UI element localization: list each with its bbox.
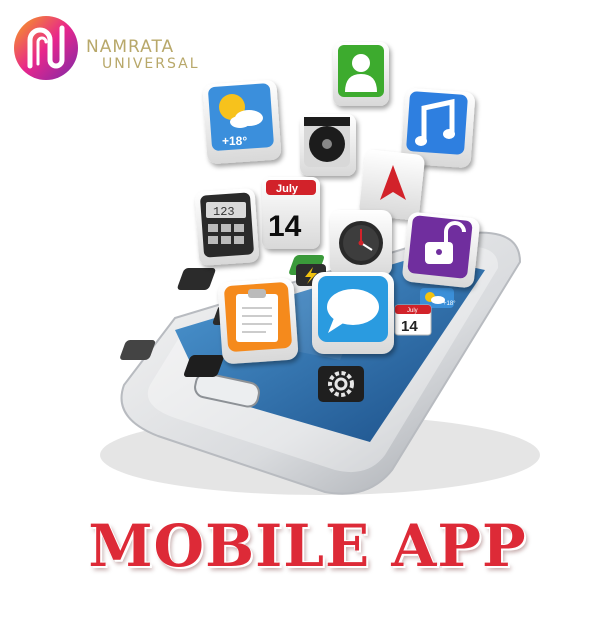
calculator-app-icon: 123 xyxy=(195,188,259,266)
weather-app-icon: +18° xyxy=(202,80,282,164)
calendar-day: 14 xyxy=(268,210,302,243)
media-player-icon xyxy=(300,114,356,176)
mobile-app-illustration: +18° July 14 +18° July 14 123 xyxy=(100,42,540,495)
weather-temperature: +18° xyxy=(222,134,247,148)
svg-text:14: 14 xyxy=(401,318,418,335)
calendar-month: July xyxy=(276,183,299,195)
calendar-app-icon: July 14 xyxy=(262,177,320,249)
headline-title: MOBILE APP xyxy=(88,512,527,580)
clock-app-icon xyxy=(330,210,392,276)
small-calendar-icon: July 14 xyxy=(394,304,432,336)
notes-app-icon xyxy=(217,278,299,364)
unlock-app-icon xyxy=(402,212,480,288)
settings-icon xyxy=(318,366,364,402)
contacts-app-icon xyxy=(333,42,389,106)
messages-app-icon xyxy=(312,272,394,354)
svg-text:123: 123 xyxy=(213,205,235,219)
svg-text:July: July xyxy=(407,308,418,314)
svg-text:+18°: +18° xyxy=(443,301,456,307)
